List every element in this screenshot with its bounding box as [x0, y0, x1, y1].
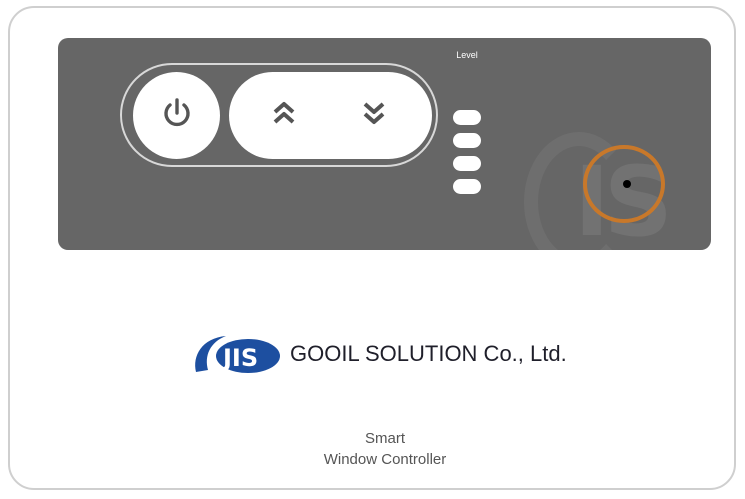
level-indicator-3: [453, 156, 481, 171]
jis-logo: JIS: [188, 332, 282, 376]
level-indicator-2: [453, 133, 481, 148]
level-indicator-4: [453, 179, 481, 194]
product-name: Smart Window Controller: [250, 428, 520, 470]
double-chevron-down-icon: [361, 99, 387, 132]
company-name: GOOIL SOLUTION Co., Ltd.: [290, 341, 567, 366]
level-label: Level: [456, 50, 478, 60]
power-icon: [160, 96, 194, 135]
svg-text:JIS: JIS: [221, 344, 258, 372]
level-indicator-1: [453, 110, 481, 125]
up-button[interactable]: [262, 92, 306, 138]
power-button[interactable]: [133, 72, 220, 159]
company-brand: JIS GOOIL SOLUTION Co., Ltd.: [188, 332, 567, 376]
double-chevron-up-icon: [271, 99, 297, 132]
sensor-icon: [623, 180, 631, 188]
product-name-line1: Smart: [364, 430, 405, 447]
up-down-button: [229, 72, 432, 159]
product-name-line2: Window Controller: [323, 451, 447, 468]
down-button[interactable]: [352, 92, 396, 138]
